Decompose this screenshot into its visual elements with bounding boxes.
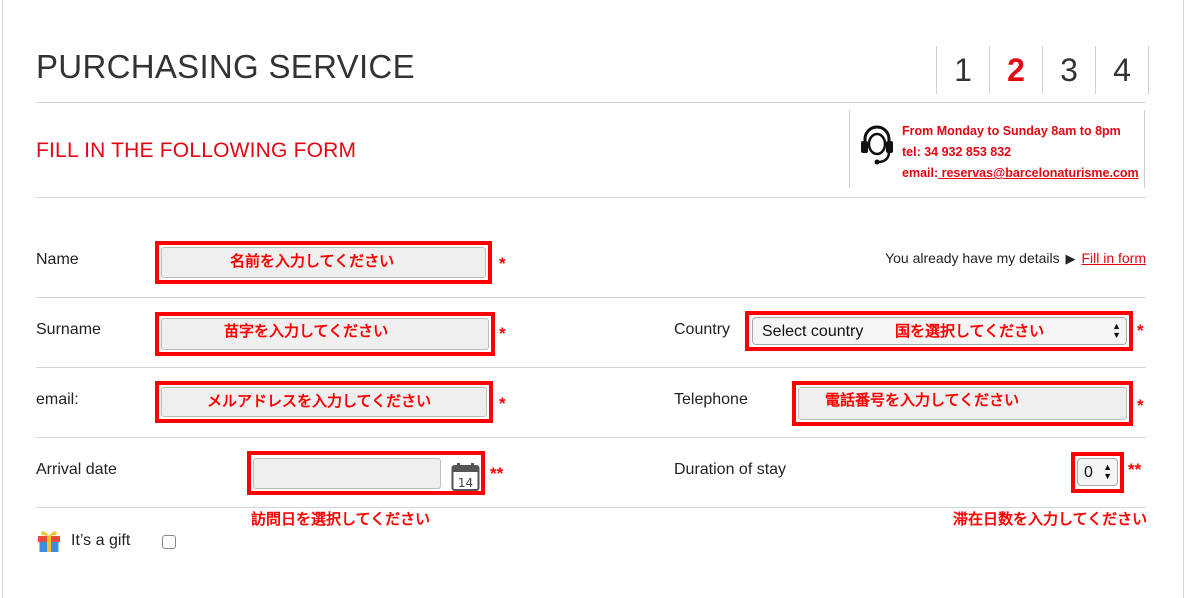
email-label: email: xyxy=(36,391,79,408)
form-subtitle: FILL IN THE FOLLOWING FORM xyxy=(36,139,357,162)
email-required-mark: * xyxy=(499,394,506,413)
calendar-icon[interactable]: 14 xyxy=(451,462,480,491)
country-required-mark: * xyxy=(1137,321,1144,340)
contact-box: From Monday to Sunday 8am to 8pm tel: 34… xyxy=(849,110,1145,188)
country-annotation: 国を選択してください xyxy=(895,322,1045,340)
name-annotation: 名前を入力してください xyxy=(230,252,395,270)
surname-annotation: 苗字を入力してください xyxy=(224,322,389,340)
page-title: PURCHASING SERVICE xyxy=(36,48,415,85)
select-arrows-icon: ▲ ▼ xyxy=(1112,321,1121,340)
row-divider-2 xyxy=(36,367,1146,368)
country-label: Country xyxy=(674,321,731,338)
arrival-date-input[interactable] xyxy=(253,458,441,489)
gift-label: It’s a gift xyxy=(71,532,131,549)
arrival-date-annotation: 訪問日を選択してください xyxy=(251,510,431,528)
gift-checkbox[interactable] xyxy=(162,535,176,549)
country-select-value: Select country xyxy=(762,323,864,340)
duration-select[interactable]: 0 ▲ ▼ xyxy=(1077,458,1118,486)
contact-email-row: email: reservas@barcelonaturisme.com xyxy=(902,163,1139,184)
step-2-active: 2 xyxy=(989,46,1042,94)
telephone-required-mark: * xyxy=(1137,396,1144,415)
contact-hours: From Monday to Sunday 8am to 8pm xyxy=(902,124,1121,138)
row-divider-1 xyxy=(36,297,1146,298)
headset-icon xyxy=(861,125,893,165)
telephone-annotation: 電話番号を入力してください xyxy=(825,391,1020,409)
name-label: Name xyxy=(36,251,79,268)
details-prompt: You already have my details ▶ Fill in fo… xyxy=(885,250,1146,267)
name-required-mark: * xyxy=(499,254,506,273)
row-divider-3 xyxy=(36,437,1146,438)
header-divider xyxy=(36,102,1146,103)
row-divider-4 xyxy=(36,507,1146,508)
arrival-date-required-mark: ** xyxy=(490,464,504,483)
arrival-date-label: Arrival date xyxy=(36,461,117,478)
subtitle-divider xyxy=(36,197,1146,198)
duration-required-mark: ** xyxy=(1128,460,1142,479)
duration-annotation: 滞在日数を入力してください xyxy=(953,510,1148,528)
contact-lines: From Monday to Sunday 8am to 8pm tel: 34… xyxy=(902,121,1139,184)
details-text: You already have my details xyxy=(885,250,1060,266)
step-1: 1 xyxy=(936,46,989,94)
telephone-label: Telephone xyxy=(674,391,748,408)
step-4: 4 xyxy=(1095,46,1149,94)
frame-left-border xyxy=(2,0,3,598)
contact-tel: tel: 34 932 853 832 xyxy=(902,145,1012,159)
step-3: 3 xyxy=(1042,46,1095,94)
surname-required-mark: * xyxy=(499,324,506,343)
calendar-icon-number: 14 xyxy=(458,476,473,490)
email-annotation: メルアドレスを入力してください xyxy=(207,392,432,410)
frame-right-border xyxy=(1183,0,1184,598)
arrow-right-icon: ▶ xyxy=(1065,251,1076,266)
duration-select-value: 0 xyxy=(1084,464,1093,481)
contact-email-link[interactable]: reservas@barcelonaturisme.com xyxy=(938,166,1139,180)
contact-email-label: email: xyxy=(902,166,939,180)
duration-label: Duration of stay xyxy=(674,461,787,478)
select-arrows-icon: ▲ ▼ xyxy=(1103,462,1112,481)
surname-label: Surname xyxy=(36,321,101,338)
step-indicator: 1 2 3 4 xyxy=(936,46,1149,94)
gift-icon xyxy=(38,531,60,552)
fill-in-form-link[interactable]: Fill in form xyxy=(1081,250,1146,266)
